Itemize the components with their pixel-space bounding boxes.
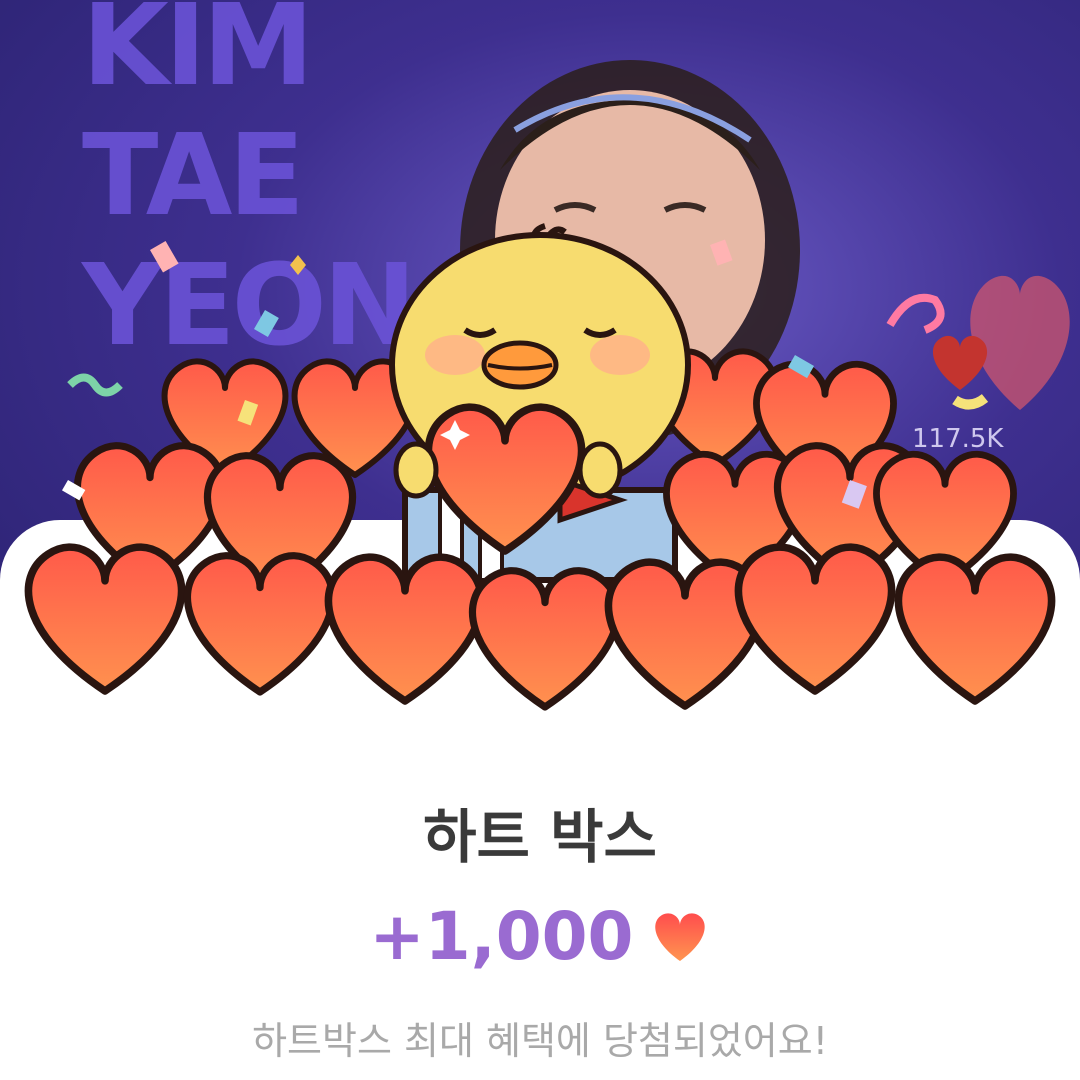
stage: KIM TAE YEON 117.5K 하트 박스 +1,000 하트박스 최대… <box>0 0 1080 1080</box>
reward-message: 하트박스 최대 혜택에 당첨되었어요! <box>252 1019 828 1063</box>
reward-amount-row: +1,000 <box>0 898 1080 975</box>
reward-amount: +1,000 <box>369 898 634 975</box>
heart-icon <box>738 547 891 691</box>
background-word: KIM <box>82 0 314 111</box>
heart-icon <box>654 912 705 961</box>
heart-icon <box>898 557 1051 701</box>
heart-icon <box>28 547 181 691</box>
heart-icon <box>328 557 481 701</box>
reward-title: 하트 박스 <box>423 803 657 871</box>
heart-icon <box>472 571 617 707</box>
heart-box-illustration <box>0 223 1080 740</box>
heart-icon <box>187 556 332 692</box>
